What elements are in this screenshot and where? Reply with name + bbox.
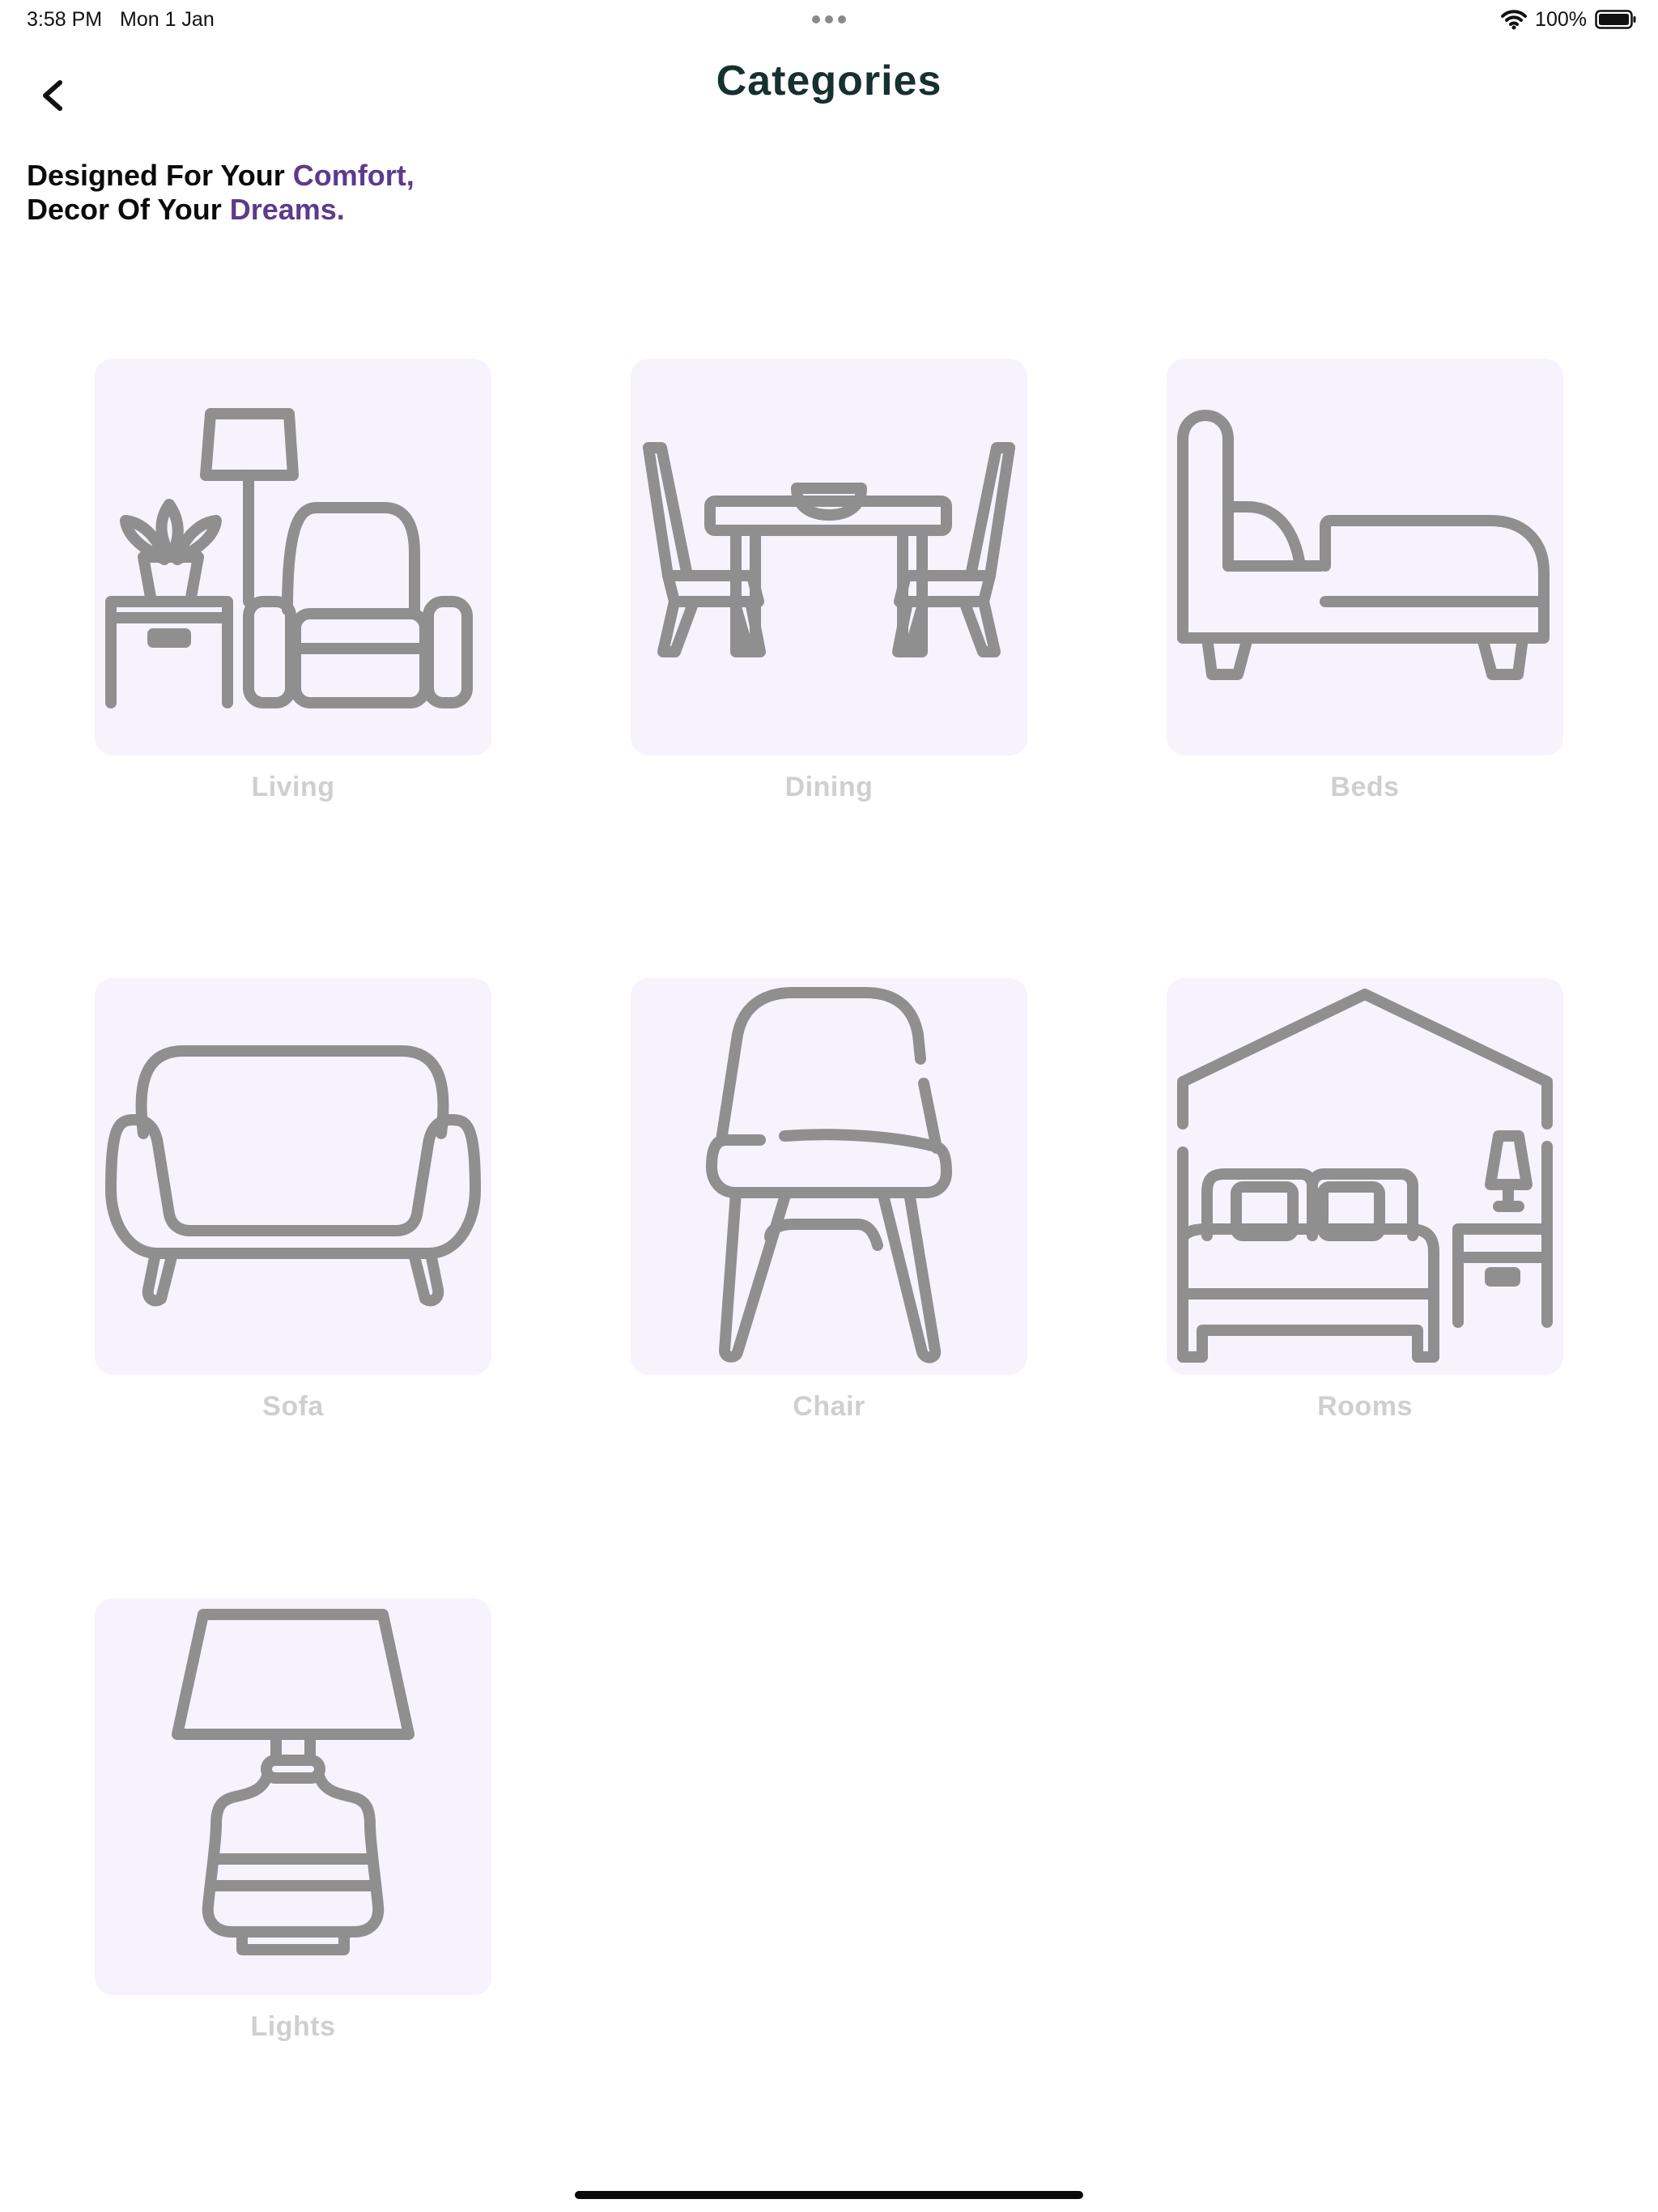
- bed-icon: [1177, 410, 1550, 680]
- category-label: Chair: [793, 1391, 865, 1422]
- wifi-icon: [1501, 10, 1528, 30]
- category-tile-beds[interactable]: Beds: [1167, 359, 1563, 802]
- category-label: Dining: [784, 772, 874, 802]
- home-indicator[interactable]: [575, 2191, 1083, 2199]
- category-label: Rooms: [1317, 1391, 1413, 1422]
- tagline: Designed For Your Comfort, Decor Of Your…: [27, 159, 414, 227]
- category-tile-sofa[interactable]: Sofa: [95, 978, 491, 1422]
- category-label: Beds: [1330, 772, 1400, 802]
- status-bar: 3:58 PM Mon 1 Jan 100%: [0, 0, 1658, 40]
- tagline-accent: Comfort,: [292, 159, 414, 192]
- battery-percentage: 100%: [1535, 7, 1587, 31]
- living-room-icon: [105, 408, 473, 708]
- dining-table-icon: [643, 442, 1015, 657]
- status-time: 3:58 PM: [27, 8, 103, 31]
- category-label: Living: [251, 772, 335, 802]
- sofa-icon: [105, 1045, 481, 1307]
- category-tile-living[interactable]: Living: [95, 359, 491, 802]
- page-title: Categories: [716, 57, 942, 104]
- tagline-line-2: Decor Of Your Dreams.: [27, 193, 414, 227]
- multitask-dots-icon[interactable]: [810, 11, 848, 28]
- status-right: 100%: [1501, 6, 1637, 32]
- category-label: Lights: [250, 2011, 336, 2042]
- tagline-text: Designed For Your: [27, 159, 293, 192]
- category-tile-lights[interactable]: Lights: [95, 1598, 491, 2042]
- status-date: Mon 1 Jan: [120, 8, 215, 31]
- tagline-line-1: Designed For Your Comfort,: [27, 159, 414, 193]
- category-tile-rooms[interactable]: Rooms: [1167, 978, 1563, 1422]
- table-lamp-icon: [172, 1609, 414, 1955]
- tagline-accent: Dreams.: [229, 193, 345, 226]
- category-label: Sofa: [262, 1391, 324, 1422]
- chair-icon: [706, 987, 952, 1363]
- category-tile-chair[interactable]: Chair: [631, 978, 1027, 1422]
- battery-icon: [1595, 10, 1636, 29]
- bedroom-house-icon: [1177, 989, 1553, 1363]
- category-tile-dining[interactable]: Dining: [631, 359, 1027, 802]
- tagline-text: Decor Of Your: [27, 193, 230, 226]
